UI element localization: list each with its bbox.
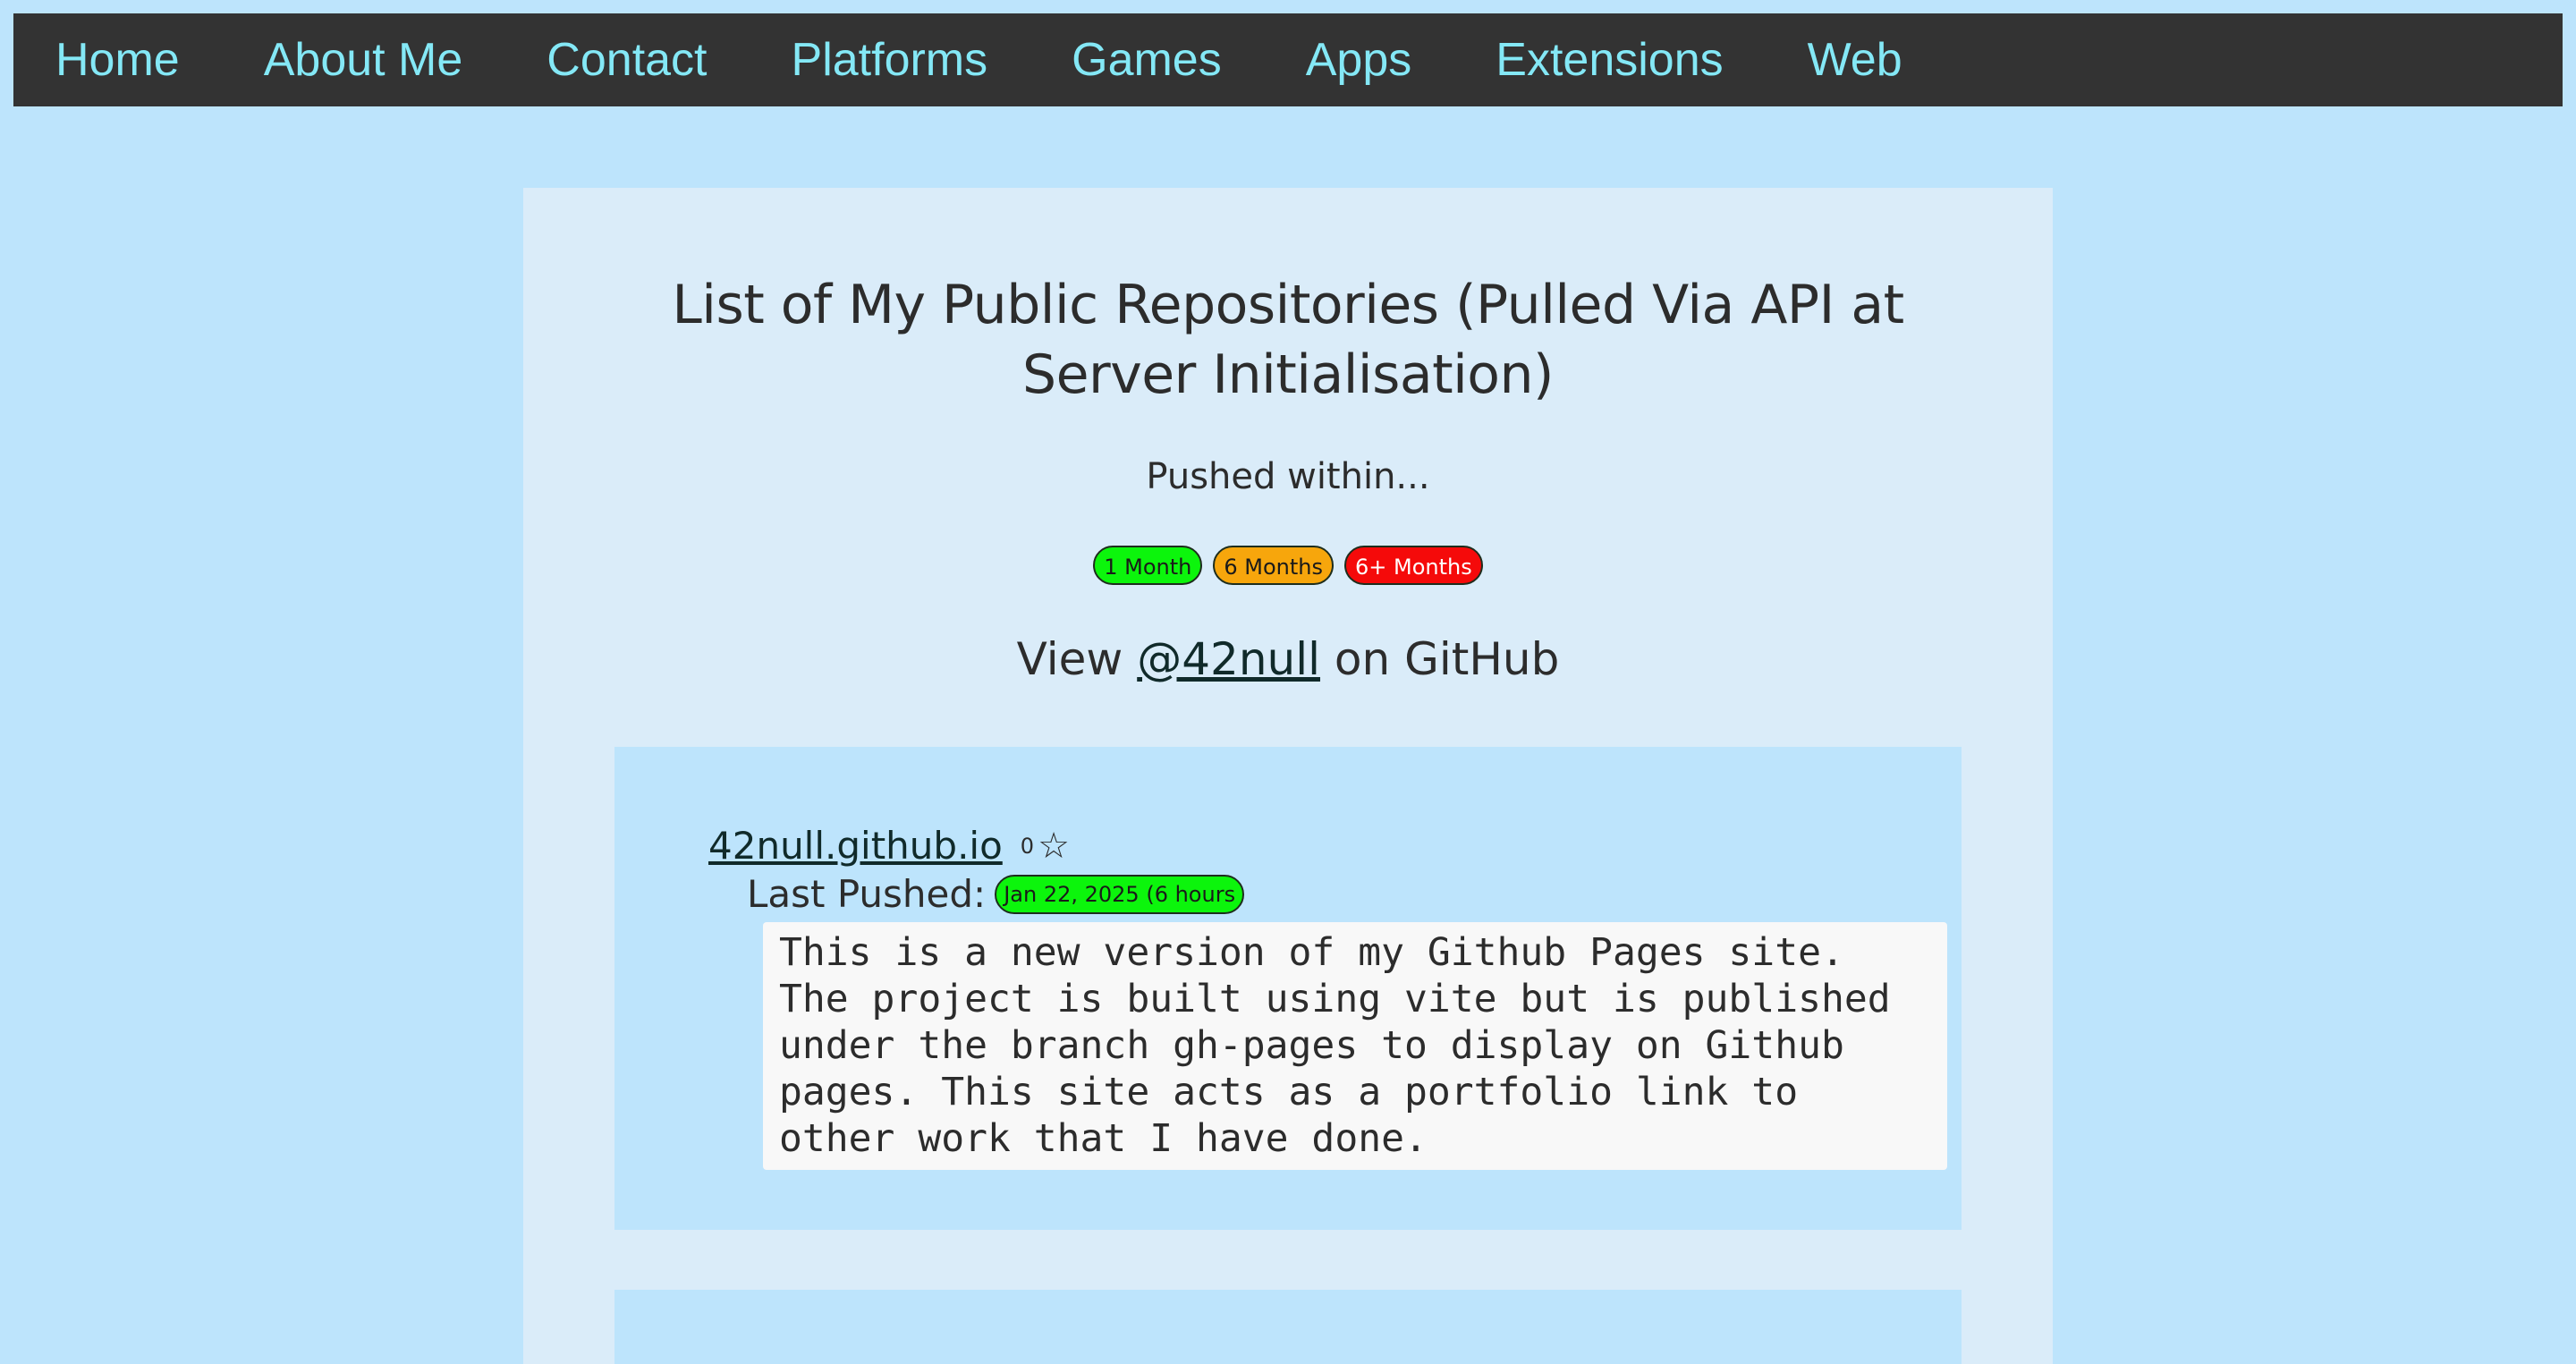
repo-description-line: under the branch gh-pages to display on … xyxy=(779,1023,1844,1068)
last-pushed-label: Last Pushed: xyxy=(747,872,987,916)
view-suffix-text: on GitHub xyxy=(1334,633,1560,685)
page-title-line-1: List of My Public Repositories (Pulled V… xyxy=(672,274,1904,336)
repo-description: This is a new version of my Github Pages… xyxy=(763,922,1947,1170)
nav-link-contact[interactable]: Contact xyxy=(547,33,707,87)
github-profile-line: View @42null on GitHub xyxy=(523,633,2053,685)
repo-description-line: other work that I have done. xyxy=(779,1116,1428,1161)
repositories-panel: List of My Public Repositories (Pulled V… xyxy=(523,188,2053,1364)
github-profile-link[interactable]: @42null xyxy=(1137,633,1320,685)
legend-badge-6-months: 6 Months xyxy=(1213,546,1334,585)
last-pushed-badge: Jan 22, 2025 (6 hours xyxy=(995,874,1245,914)
nav-link-apps[interactable]: Apps xyxy=(1306,33,1412,87)
repo-card-next xyxy=(614,1290,1962,1364)
star-icon: ☆ xyxy=(1038,826,1070,866)
repo-name-link[interactable]: 42null.github.io xyxy=(708,824,1003,868)
legend-badge-1-month: 1 Month xyxy=(1093,546,1203,585)
nav-link-games[interactable]: Games xyxy=(1072,33,1222,87)
nav-link-home[interactable]: Home xyxy=(55,33,180,87)
push-age-legend: 1 Month 6 Months 6+ Months xyxy=(523,546,2053,585)
top-nav-bar: Home About Me Contact Platforms Games Ap… xyxy=(13,13,2563,106)
nav-link-web[interactable]: Web xyxy=(1808,33,1902,87)
repo-description-line: This is a new version of my Github Pages… xyxy=(779,930,1844,975)
repo-header: 42null.github.io 0 ☆ xyxy=(708,824,1070,868)
last-pushed-row: Last Pushed: Jan 22, 2025 (6 hours xyxy=(747,872,1245,916)
pushed-within-label: Pushed within... xyxy=(1146,456,1430,497)
legend-badge-6-plus-months: 6+ Months xyxy=(1344,546,1483,585)
page-title: List of My Public Repositories (Pulled V… xyxy=(523,270,2053,410)
nav-link-platforms[interactable]: Platforms xyxy=(792,33,988,87)
view-prefix-text: View xyxy=(1016,633,1123,685)
page-title-line-2: Server Initialisation) xyxy=(1022,343,1554,406)
repo-star-count: 0 xyxy=(1020,833,1035,859)
repo-description-line: pages. This site acts as a portfolio lin… xyxy=(779,1070,1799,1114)
repo-card: 42null.github.io 0 ☆ Last Pushed: Jan 22… xyxy=(614,747,1962,1230)
nav-link-about-me[interactable]: About Me xyxy=(264,33,463,87)
nav-link-extensions[interactable]: Extensions xyxy=(1496,33,1723,87)
repo-description-line: The project is built using vite but is p… xyxy=(779,977,1891,1021)
